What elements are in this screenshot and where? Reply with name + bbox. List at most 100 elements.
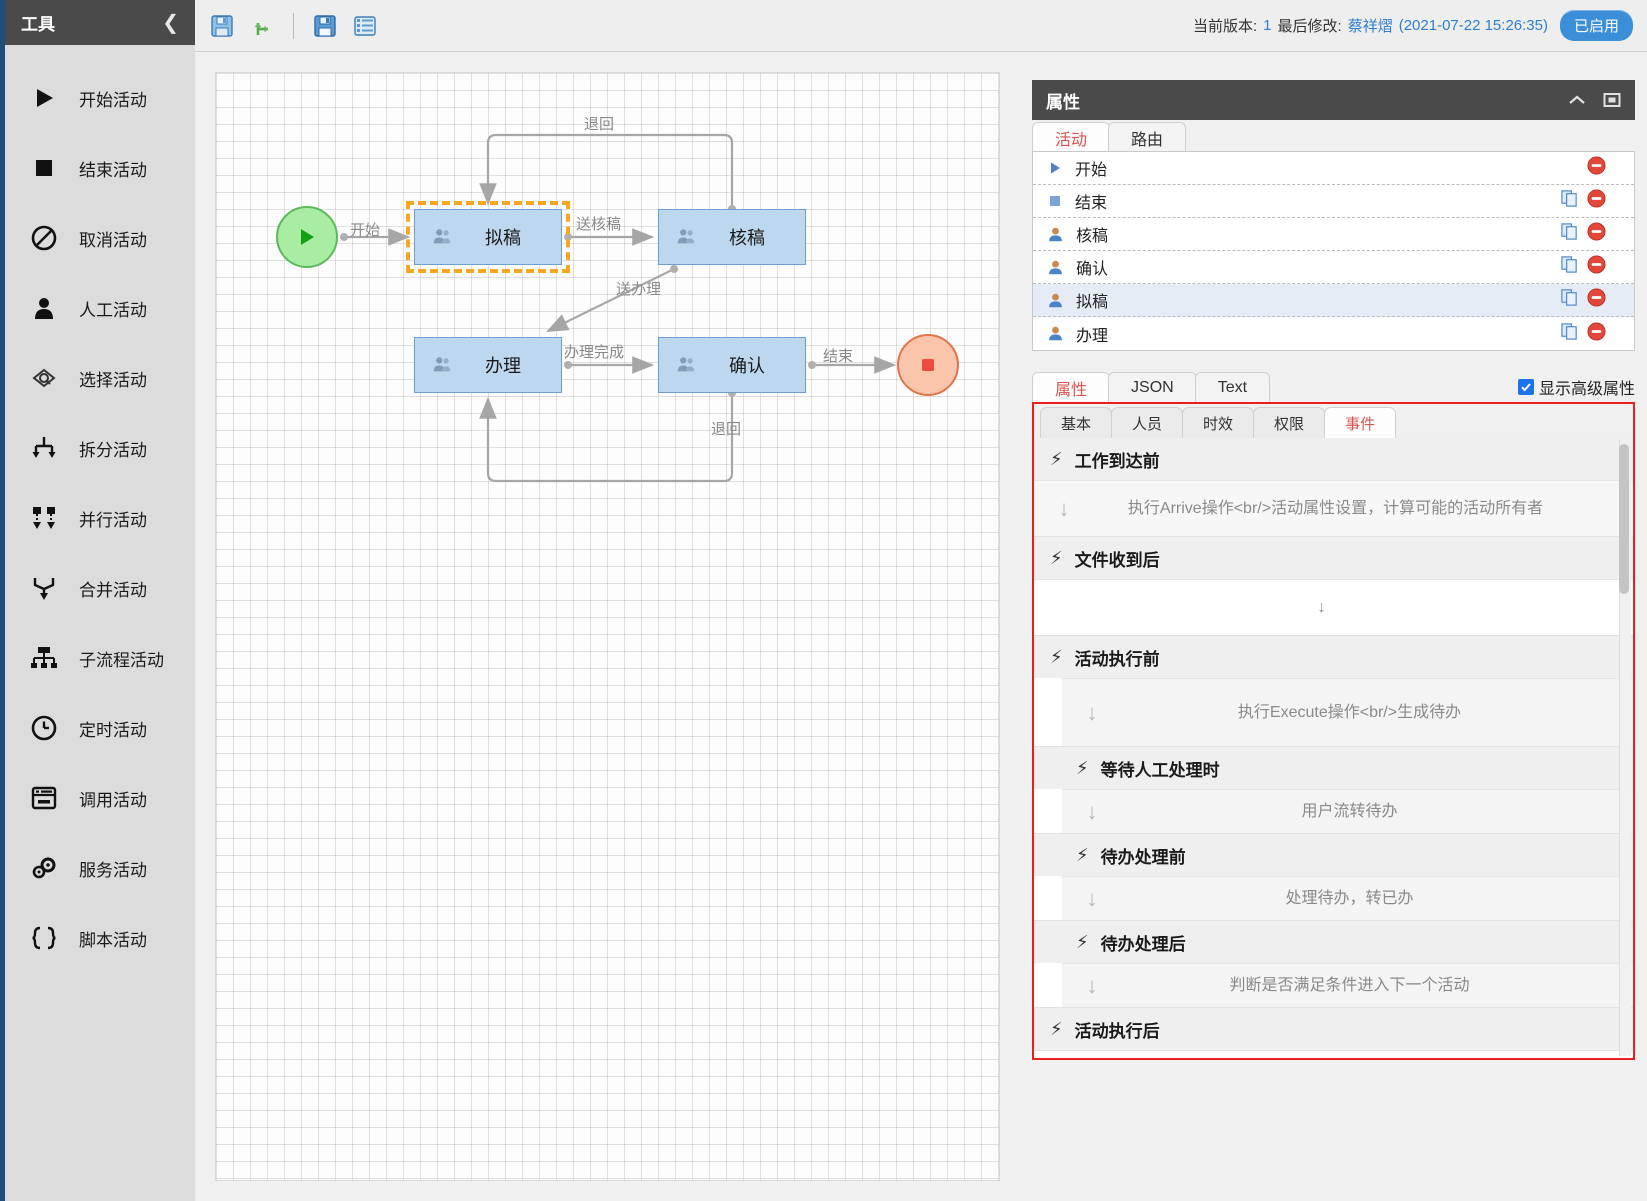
event-title[interactable]: ⚡ 待办处理后 — [1034, 921, 1633, 963]
tab-label: 活动 — [1055, 126, 1087, 150]
detail-subtabs: 基本 人员 时效 权限 事件 — [1034, 404, 1633, 438]
tool-item-parallel-activity[interactable]: 并行活动 — [5, 483, 195, 553]
activity-row-nigao[interactable]: 拟稿 — [1033, 284, 1634, 317]
delete-circle-icon[interactable] — [1587, 156, 1606, 180]
diagram-node-banli[interactable]: 办理 — [414, 337, 562, 393]
delete-circle-icon[interactable] — [1587, 288, 1606, 312]
event-title[interactable]: ⚡ 活动执行后 — [1034, 1008, 1633, 1050]
subtab-timeliness[interactable]: 时效 — [1182, 407, 1254, 438]
delete-circle-icon[interactable] — [1587, 189, 1606, 213]
event-title[interactable]: ⚡ 工作到达前 — [1034, 438, 1633, 480]
down-arrow-icon: ↓ — [1078, 700, 1106, 726]
event-group-file-received: ⚡ 文件收到后 ↓ — [1034, 537, 1633, 636]
tool-item-subprocess-activity[interactable]: 子流程活动 — [5, 623, 195, 693]
tool-item-end-activity[interactable]: 结束活动 — [5, 133, 195, 203]
event-body-text: 用户流转待办 — [1106, 800, 1593, 824]
play-triangle-icon — [27, 81, 61, 115]
activity-row-end[interactable]: 结束 — [1033, 185, 1634, 218]
tool-item-choice-activity[interactable]: 选择活动 — [5, 343, 195, 413]
modified-label: 最后修改: — [1278, 15, 1342, 36]
events-scroll-area[interactable]: ⚡ 工作到达前 ↓ 执行Arrive操作<br/>活动属性设置，计算可能的活动所… — [1034, 438, 1633, 1058]
events-panel: 基本 人员 时效 权限 事件 ⚡ 工作 — [1032, 402, 1635, 1060]
tab-routes[interactable]: 路由 — [1108, 122, 1186, 152]
user-icon — [1047, 259, 1064, 276]
event-title[interactable]: ⚡ 待办处理前 — [1034, 834, 1633, 876]
diagram-node-nigao[interactable]: 拟稿 — [414, 209, 562, 265]
tool-item-manual-activity[interactable]: 人工活动 — [5, 273, 195, 343]
subtab-personnel[interactable]: 人员 — [1111, 407, 1183, 438]
tool-item-service-activity[interactable]: 服务活动 — [5, 833, 195, 903]
diagram-node-queren[interactable]: 确认 — [658, 337, 806, 393]
properties-tabstrip: 活动 路由 — [1032, 120, 1635, 152]
tab-label: 属性 — [1055, 376, 1087, 400]
diagram-node-hegao[interactable]: 核稿 — [658, 209, 806, 265]
tool-item-start-activity[interactable]: 开始活动 — [5, 63, 195, 133]
flow-canvas[interactable]: 拟稿 核稿 办理 确认 — [215, 72, 1000, 1181]
down-arrow-icon: ↓ — [1078, 886, 1106, 912]
delete-circle-icon[interactable] — [1587, 322, 1606, 346]
tool-item-merge-activity[interactable]: 合并活动 — [5, 553, 195, 623]
tool-panel-title: 工具 — [21, 10, 55, 35]
chevron-left-icon[interactable]: ❮ — [162, 10, 179, 35]
play-blue-icon — [1047, 160, 1063, 176]
event-body[interactable]: ↓ 用户流转待办 — [1062, 789, 1633, 833]
maximize-square-icon[interactable] — [1603, 92, 1621, 108]
status-badge[interactable]: 已启用 — [1560, 10, 1633, 41]
activity-row-hegao[interactable]: 核稿 — [1033, 218, 1634, 251]
tab-detail-properties[interactable]: 属性 — [1032, 372, 1110, 402]
copy-icon[interactable] — [1560, 322, 1579, 346]
down-arrow-icon: ↓ — [1078, 973, 1106, 999]
subtab-label: 人员 — [1132, 413, 1162, 434]
tool-item-call-activity[interactable]: 调用活动 — [5, 763, 195, 833]
event-body[interactable]: ↓ 执行Arrive操作<br/>活动属性设置，计算可能的活动所有者 — [1034, 480, 1633, 536]
tool-item-cancel-activity[interactable]: 取消活动 — [5, 203, 195, 273]
tab-label: 路由 — [1131, 126, 1163, 150]
copy-icon[interactable] — [1560, 288, 1579, 312]
chevron-up-icon[interactable] — [1567, 93, 1587, 107]
tab-detail-json[interactable]: JSON — [1108, 372, 1197, 402]
subtab-basic[interactable]: 基本 — [1040, 407, 1112, 438]
activity-row-banli[interactable]: 办理 — [1033, 317, 1634, 350]
properties-panel-title: 属性 — [1046, 88, 1080, 113]
publish-flow-icon[interactable] — [247, 11, 277, 41]
delete-circle-icon[interactable] — [1587, 222, 1606, 246]
events-scrollbar[interactable] — [1619, 440, 1631, 1056]
event-body[interactable]: ↓ 处理待办，转已办 — [1062, 876, 1633, 920]
toolbar-separator — [293, 13, 294, 39]
copy-icon[interactable] — [1560, 255, 1579, 279]
event-body[interactable]: ↓ 判断是否满足条件进入下一个活动 — [1062, 963, 1633, 1007]
event-body[interactable]: ↓ 执行Execute操作<br/>生成待办 — [1062, 678, 1633, 746]
save-icon[interactable] — [207, 11, 237, 41]
copy-icon[interactable] — [1560, 222, 1579, 246]
tool-item-label: 取消活动 — [79, 226, 147, 251]
tool-item-script-activity[interactable]: 脚本活动 — [5, 903, 195, 973]
diagram-node-start[interactable] — [276, 206, 338, 268]
event-title[interactable]: ⚡ 等待人工处理时 — [1034, 747, 1633, 789]
advanced-properties-checkbox[interactable]: 显示高级属性 — [1518, 375, 1635, 402]
activity-row-queren[interactable]: 确认 — [1033, 251, 1634, 284]
events-scrollbar-thumb[interactable] — [1619, 444, 1629, 594]
event-title[interactable]: ⚡ 活动执行前 — [1034, 636, 1633, 678]
diagram-node-end[interactable] — [897, 334, 959, 396]
subtab-label: 时效 — [1203, 413, 1233, 434]
copy-icon[interactable] — [1560, 189, 1579, 213]
canvas-area[interactable]: 拟稿 核稿 办理 确认 — [195, 52, 1020, 1201]
activity-name: 办理 — [1076, 322, 1560, 346]
bolt-icon: ⚡ — [1050, 647, 1063, 668]
tool-item-timer-activity[interactable]: 定时活动 — [5, 693, 195, 763]
subtab-events[interactable]: 事件 — [1324, 407, 1396, 438]
tab-activities[interactable]: 活动 — [1032, 122, 1110, 152]
tool-item-label: 脚本活动 — [79, 926, 147, 951]
edge-label-tuihui-bottom: 退回 — [711, 418, 741, 439]
tool-item-split-activity[interactable]: 拆分活动 — [5, 413, 195, 483]
activity-row-start[interactable]: 开始 — [1033, 152, 1634, 185]
delete-circle-icon[interactable] — [1587, 255, 1606, 279]
tab-detail-text[interactable]: Text — [1195, 372, 1270, 402]
user-icon — [1047, 325, 1064, 342]
save-as-icon[interactable] — [310, 11, 340, 41]
event-body[interactable]: ↓ — [1034, 579, 1633, 635]
subtab-permission[interactable]: 权限 — [1253, 407, 1325, 438]
modified-by[interactable]: 蔡祥熠 — [1348, 15, 1393, 36]
list-view-icon[interactable] — [350, 11, 380, 41]
event-title[interactable]: ⚡ 文件收到后 — [1034, 537, 1633, 579]
